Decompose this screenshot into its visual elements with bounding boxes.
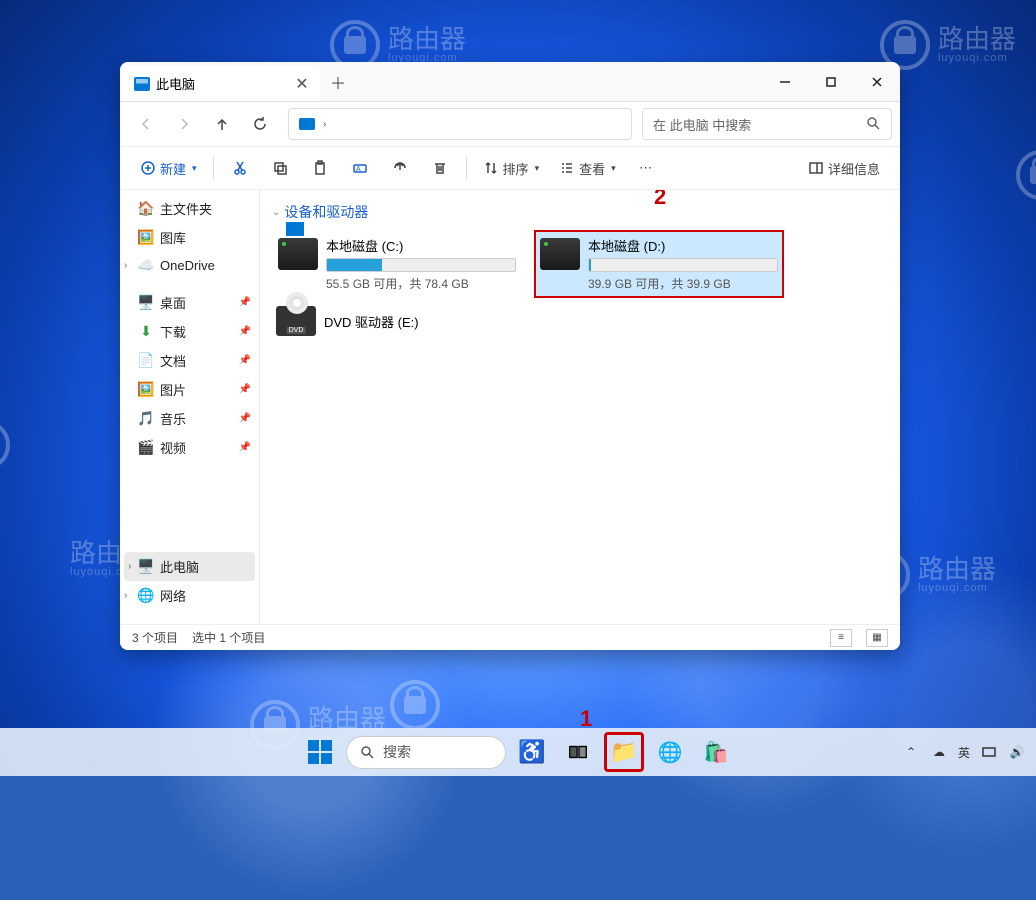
gallery-icon: 🖼️ [138,230,154,246]
search-placeholder: 在 此电脑 中搜索 [653,115,751,134]
command-bar: 新建▾ A 排序▾ 查看▾ ⋯ 详细信息 [120,146,900,190]
sidebar-videos[interactable]: 🎬视频📌 [120,433,259,462]
dvd-icon [276,306,316,336]
rename-button[interactable]: A [342,152,378,184]
drive-icon [278,238,318,270]
icons-view-button[interactable]: ▦ [866,629,888,647]
sort-button[interactable]: 排序▾ [475,152,548,184]
delete-button[interactable] [422,152,458,184]
drive-d-name: 本地磁盘 (D:) [588,236,778,255]
drive-d-status: 39.9 GB 可用，共 39.9 GB [588,275,778,292]
pin-icon: 📌 [239,297,251,308]
pictures-icon: 🖼️ [138,382,154,398]
sidebar-network[interactable]: ›🌐网络 [120,581,259,610]
this-pc-icon: 🖥️ [138,559,154,575]
navigation-pane: 🏠主文件夹 🖼️图库 ›☁️OneDrive 🖥️桌面📌 ⬇下载📌 📄文档📌 🖼… [120,190,260,624]
sidebar-onedrive[interactable]: ›☁️OneDrive [120,252,259,278]
downloads-icon: ⬇ [138,324,154,340]
navbar: › 在 此电脑 中搜索 [120,102,900,146]
sidebar-music[interactable]: 🎵音乐📌 [120,404,259,433]
share-button[interactable] [382,152,418,184]
details-view-button[interactable]: ≡ [830,629,852,647]
task-view-button[interactable] [558,732,598,772]
home-icon: 🏠 [138,201,154,217]
sidebar-desktop[interactable]: 🖥️桌面📌 [120,288,259,317]
annotation-2: 2 [654,190,666,210]
svg-text:A: A [356,166,361,173]
sidebar-home[interactable]: 🏠主文件夹 [120,194,259,223]
address-bar[interactable]: › [288,108,632,140]
sidebar-gallery[interactable]: 🖼️图库 [120,223,259,252]
taskbar-search[interactable]: 搜索 [346,736,506,769]
drive-dvd[interactable]: DVD 驱动器 (E:) [272,298,522,344]
minimize-button[interactable] [762,62,808,101]
tab-this-pc[interactable]: 此电脑 ✕ [120,66,320,101]
section-devices[interactable]: ⌄设备和驱动器 [272,198,888,230]
view-button[interactable]: 查看▾ [551,152,624,184]
videos-icon: 🎬 [138,440,154,456]
dvd-name: DVD 驱动器 (E:) [324,312,419,331]
search-icon [865,115,881,134]
drive-c[interactable]: 本地磁盘 (C:) 55.5 GB 可用，共 78.4 GB [272,230,522,298]
start-button[interactable] [300,732,340,772]
chevron-right-icon: › [323,119,326,130]
close-button[interactable] [854,62,900,101]
forward-button[interactable] [166,106,202,142]
chevron-down-icon: ⌄ [272,207,280,218]
ime-indicator[interactable]: 英 [958,744,970,761]
new-tab-button[interactable]: ＋ [320,62,356,101]
refresh-button[interactable] [242,106,278,142]
taskbar: 1 搜索 ♿ 📁 🌐 🛍️ ⌃ ☁ 英 🔊 [0,728,1036,776]
edge-taskbar-button[interactable]: 🌐 [650,732,690,772]
onedrive-tray-icon[interactable]: ☁ [930,743,948,761]
status-selected-count: 选中 1 个项目 [192,629,265,646]
close-tab-button[interactable]: ✕ [292,74,312,94]
file-explorer-window: 此电脑 ✕ ＋ › 在 此电脑 中搜索 新建▾ A [120,62,900,650]
drive-c-usage-bar [326,258,516,272]
tray-chevron-icon[interactable]: ⌃ [902,743,920,761]
volume-tray-icon[interactable]: 🔊 [1008,743,1026,761]
titlebar[interactable]: 此电脑 ✕ ＋ [120,62,900,102]
statusbar: 3 个项目 选中 1 个项目 ≡ ▦ [120,624,900,650]
drive-d-usage-bar [588,258,778,272]
documents-icon: 📄 [138,353,154,369]
sidebar-documents[interactable]: 📄文档📌 [120,346,259,375]
drive-c-name: 本地磁盘 (C:) [326,236,516,255]
copy-button[interactable] [262,152,298,184]
music-icon: 🎵 [138,411,154,427]
new-button[interactable]: 新建▾ [132,152,205,184]
store-taskbar-button[interactable]: 🛍️ [696,732,736,772]
sidebar-pictures[interactable]: 🖼️图片📌 [120,375,259,404]
network-icon: 🌐 [138,588,154,604]
sidebar-this-pc[interactable]: ›🖥️此电脑 [124,552,255,581]
more-button[interactable]: ⋯ [628,152,664,184]
drive-icon [540,238,580,270]
drive-d[interactable]: 本地磁盘 (D:) 39.9 GB 可用，共 39.9 GB [534,230,784,298]
content-area[interactable]: ⌄设备和驱动器 2 本地磁盘 (C:) 55.5 GB 可用，共 78.4 GB… [260,190,900,624]
paste-button[interactable] [302,152,338,184]
accessibility-icon[interactable]: ♿ [512,732,552,772]
tab-title: 此电脑 [156,74,286,93]
up-button[interactable] [204,106,240,142]
onedrive-icon: ☁️ [138,257,154,273]
details-pane-button[interactable]: 详细信息 [800,152,888,184]
this-pc-icon [299,118,315,130]
this-pc-icon [134,77,150,91]
status-item-count: 3 个项目 [132,629,178,646]
back-button[interactable] [128,106,164,142]
desktop-icon: 🖥️ [138,295,154,311]
sidebar-downloads[interactable]: ⬇下载📌 [120,317,259,346]
maximize-button[interactable] [808,62,854,101]
annotation-1: 1 [580,706,592,732]
search-input[interactable]: 在 此电脑 中搜索 [642,108,892,140]
file-explorer-taskbar-button[interactable]: 📁 [604,732,644,772]
drive-c-status: 55.5 GB 可用，共 78.4 GB [326,275,516,292]
cut-button[interactable] [222,152,258,184]
network-tray-icon[interactable] [980,743,998,761]
